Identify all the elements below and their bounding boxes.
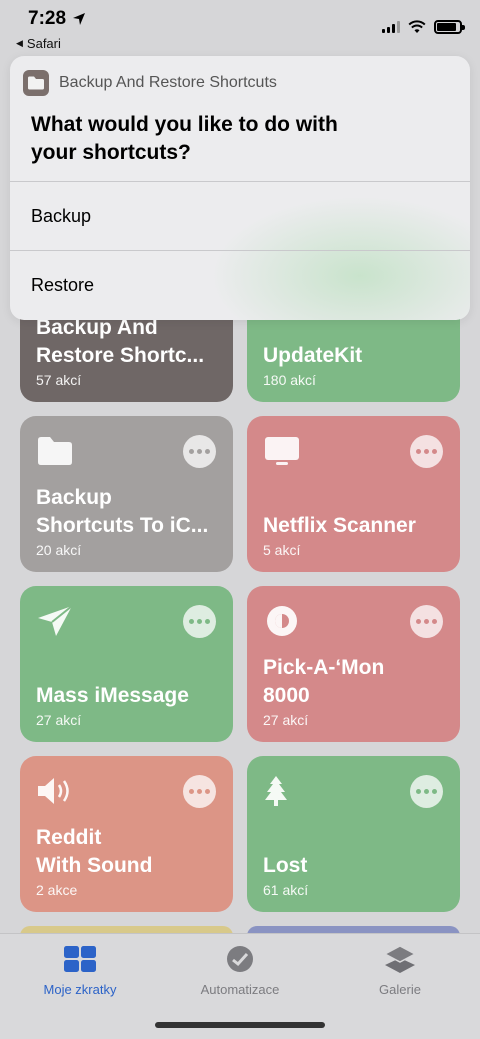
shortcut-action-count: 61 akcí <box>263 882 309 898</box>
clock-icon <box>227 946 253 972</box>
shortcut-title: Netflix Scanner <box>263 514 416 537</box>
more-options-button[interactable] <box>183 605 216 638</box>
back-app-label: Safari <box>26 36 61 51</box>
more-options-button[interactable] <box>410 775 443 808</box>
shortcut-prompt-dialog: Backup And Restore Shortcuts What would … <box>10 56 470 320</box>
folder-icon <box>23 70 49 96</box>
more-options-button[interactable] <box>183 435 216 468</box>
shortcut-tile-backup-shortcuts-to-icloud[interactable]: Backup Shortcuts To iC... 20 akcí <box>20 416 233 572</box>
folder-icon <box>38 437 72 465</box>
shortcut-action-count: 20 akcí <box>36 542 82 558</box>
shortcut-action-count: 2 akce <box>36 882 78 898</box>
pokeball-icon <box>267 606 297 636</box>
dialog-app-name: Backup And Restore Shortcuts <box>59 74 277 91</box>
home-indicator[interactable] <box>155 1022 325 1028</box>
tab-gallery[interactable]: Galerie <box>320 944 480 997</box>
shortcut-tile-mass-imessage[interactable]: Mass iMessage 27 akcí <box>20 586 233 742</box>
shortcut-title: Mass iMessage <box>36 684 189 707</box>
status-time: 7:28 <box>28 8 86 30</box>
tab-automation[interactable]: Automatizace <box>160 944 320 997</box>
shortcut-tile-netflix-scanner[interactable]: Netflix Scanner 5 akcí <box>247 416 460 572</box>
shortcut-title: Lost <box>263 854 308 877</box>
battery-icon <box>434 20 465 34</box>
option-restore[interactable]: Restore <box>10 250 470 320</box>
location-arrow-icon <box>73 13 86 25</box>
dialog-question: What would you like to do with your shor… <box>31 113 338 164</box>
back-caret-icon: ◀ <box>16 38 23 48</box>
layers-icon <box>383 945 417 973</box>
option-backup[interactable]: Backup <box>10 181 470 251</box>
status-bar: 7:28 ◀ Safari <box>0 0 480 56</box>
shortcut-title: Backup And Restore Shortc... <box>36 316 205 367</box>
more-options-button[interactable] <box>183 775 216 808</box>
tv-icon <box>265 437 299 465</box>
option-label: Restore <box>31 275 95 295</box>
shortcuts-grid: Backup And Restore Shortc... 57 akcí Upd… <box>20 246 460 946</box>
shortcut-tile-lost[interactable]: Lost 61 akcí <box>247 756 460 912</box>
more-options-button[interactable] <box>410 435 443 468</box>
shortcut-tile-pick-a-mon-8000[interactable]: Pick-A-‘Mon 8000 27 akcí <box>247 586 460 742</box>
tab-my-shortcuts[interactable]: Moje zkratky <box>0 944 160 997</box>
shortcut-action-count: 27 akcí <box>263 712 309 728</box>
back-to-app-button[interactable]: ◀ Safari <box>16 36 61 51</box>
tab-label: Automatizace <box>200 982 280 997</box>
cellular-signal-icon <box>382 21 400 33</box>
shortcut-action-count: 5 akcí <box>263 542 301 558</box>
shortcut-title: Reddit With Sound <box>36 826 153 877</box>
paper-plane-icon <box>38 605 73 636</box>
shortcut-title: Backup Shortcuts To iC... <box>36 486 209 537</box>
shortcut-tile-reddit-with-sound[interactable]: Reddit With Sound 2 akce <box>20 756 233 912</box>
speaker-icon <box>38 778 69 804</box>
shortcut-action-count: 27 akcí <box>36 712 82 728</box>
more-options-button[interactable] <box>410 605 443 638</box>
option-label: Backup <box>31 206 92 226</box>
tab-label: Galerie <box>379 982 421 997</box>
wifi-icon <box>408 20 426 33</box>
shortcut-title: Pick-A-‘Mon 8000 <box>263 656 385 707</box>
status-indicators <box>382 20 465 34</box>
tree-icon <box>265 776 287 806</box>
grid-icon <box>64 946 96 972</box>
dialog-app-header: Backup And Restore Shortcuts <box>23 70 277 96</box>
clock-text: 7:28 <box>28 8 67 29</box>
shortcut-action-count: 180 akcí <box>263 372 316 388</box>
shortcut-title: UpdateKit <box>263 344 363 367</box>
shortcut-action-count: 57 akcí <box>36 372 82 388</box>
tab-label: Moje zkratky <box>43 982 117 997</box>
